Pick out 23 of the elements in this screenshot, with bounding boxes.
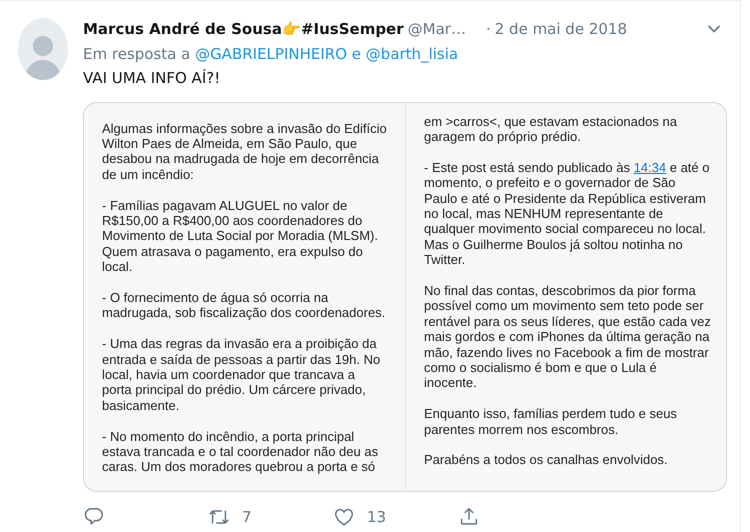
author-name[interactable]: Marcus André de Sousa👉#IusSemper [83, 18, 404, 40]
tweet-text: VAI UMA INFO AÍ?! [83, 68, 222, 89]
image-paragraph: - Famílias pagavam ALUGUEL no valor de R$150,00 a R$400,00 aos coordenadores do Movimento de Luta Social por Moradia (MLSM). Quem atrasava o pagamento, era expulso do local. [102, 198, 380, 275]
chevron-down-icon[interactable] [707, 24, 721, 34]
separator-dot: · [486, 19, 491, 40]
like-count: 13 [367, 506, 386, 528]
author-handle[interactable]: @Mar… [408, 18, 466, 40]
mention-link[interactable]: @GABRIELPINHEIRO [195, 44, 348, 62]
image-paragraph: - No momento do incêndio, a porta principal estava trancada e o tal coordenador não deu as caras. Um dos moradores quebrou a porta e só [102, 428, 380, 475]
tweet-date[interactable]: 2 de mai de 2018 [494, 18, 627, 40]
mention-link[interactable]: @barth_lisia [366, 44, 458, 62]
image-paragraph: - Este post está sendo publicado às 14:34 e até o momento, o prefeito e o governador de São Paulo e até o Presidente da República estiveram no local, mas NENHUM representante de qualquer movimento social compareceu no local. Mas o Guilherme Boulos já soltou notinha no Twitter. [424, 160, 710, 268]
image-paragraph: Parabéns a todos os canalhas envolvidos. [424, 452, 669, 468]
reply-context: Em resposta a @GABRIELPINHEIRO e @barth_lisia [83, 44, 460, 64]
time-link[interactable]: 14:34 [634, 160, 666, 175]
image-paragraph: Enquanto isso, famílias perdem tudo e seus parentes morrem nos escombros. [424, 406, 678, 437]
image-paragraph: - Uma das regras da invasão era a proibição da entrada e saída de pessoas a partir das 19h. No local, havia um coordenador que trancava a porta principal do prédio. Um cárcere privado, basicamente. [102, 336, 382, 414]
image-paragraph: - O fornecimento de água só ocorria na madrugada, sob fiscalização dos coordenadores. [102, 290, 386, 321]
image-paragraph: No final das contas, descobrimos da pior forma possível como um movimento sem teto pode ser rentável para os seus líderes, que estão cada vez mais gordos e com iPhones da última geração na mão, fazendo lives no Facebook a fim de mostrar como o socialismo é bom e que o Lula é inocente. [424, 282, 712, 391]
image-card[interactable] [83, 102, 727, 492]
image-paragraph: em >carros<, que estavam estacionados na garagem do próprio prédio. [424, 114, 678, 144]
retweet-count: 7 [242, 506, 252, 528]
image-paragraph: Algumas informações sobre a invasão do Edifício Wilton Paes de Almeida, em São Paulo, que desabou na madrugada de hoje em decorrência de um incêndio: [102, 120, 388, 182]
